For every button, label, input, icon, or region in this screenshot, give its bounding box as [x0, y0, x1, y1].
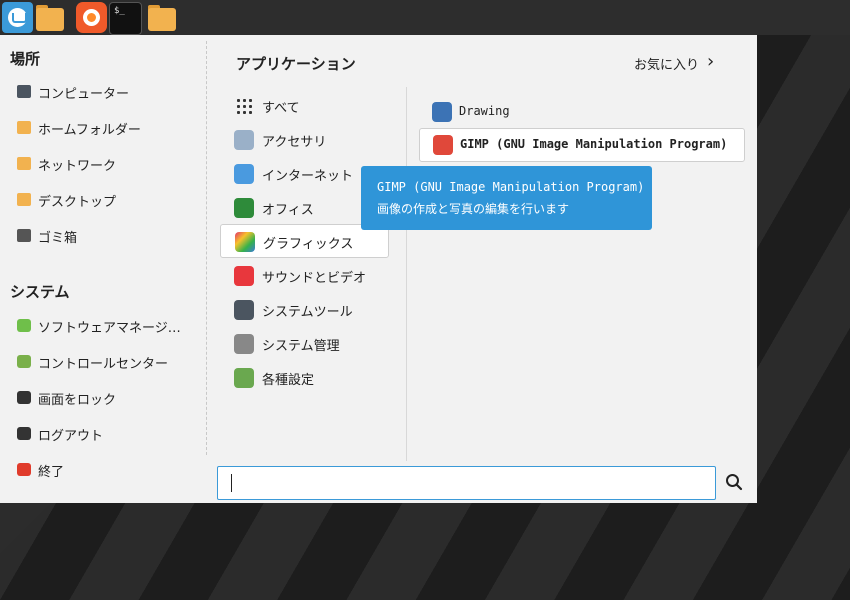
admin-toggle-icon [234, 334, 254, 354]
tooltip-title: GIMP (GNU Image Manipulation Program) [377, 180, 645, 194]
favorites-link[interactable]: お気に入り [634, 54, 699, 73]
search-field[interactable] [217, 466, 722, 500]
category-label: システム管理 [262, 339, 340, 354]
system-item-logout[interactable]: ログアウト [0, 416, 206, 452]
play-icon [234, 266, 254, 286]
category-label: サウンドとビデオ [262, 271, 367, 286]
category-label: インターネット [262, 169, 354, 184]
terminal-icon: $_ [114, 6, 125, 16]
app-tooltip: GIMP (GNU Image Manipulation Program) 画像… [361, 166, 652, 230]
place-item-label: デスクトップ [38, 195, 117, 210]
computer-icon [17, 85, 31, 98]
category-label: オフィス [262, 203, 314, 218]
category-system-tools[interactable]: システムツール [220, 293, 387, 325]
folder-launcher-button[interactable] [145, 2, 176, 33]
office-icon [234, 198, 254, 218]
system-item-lock-screen[interactable]: 画面をロック [0, 380, 206, 416]
applications-area: アプリケーション お気に入り › すべて アクセサリ インターネット オフィス … [207, 35, 757, 503]
category-all[interactable]: すべて [220, 89, 387, 121]
category-label: アクセサリ [262, 135, 327, 150]
system-item-label: コントロールセンター [38, 357, 169, 372]
gimp-icon [433, 135, 453, 155]
search-input[interactable] [218, 467, 722, 497]
settings-toggle-icon [234, 368, 254, 388]
place-item-computer[interactable]: コンピューター [0, 74, 206, 110]
files-launcher-button[interactable] [33, 2, 64, 33]
system-item-label: 終了 [38, 465, 65, 480]
category-label: 各種設定 [262, 373, 315, 388]
system-item-label: ログアウト [38, 429, 104, 444]
tooltip-description: 画像の作成と写真の編集を行います [377, 202, 570, 216]
desktop-folder-icon [17, 193, 31, 206]
menu-launcher-button[interactable] [2, 2, 33, 33]
control-center-icon [17, 355, 31, 368]
category-label: システムツール [262, 305, 353, 320]
app-item-gimp[interactable]: GIMP (GNU Image Manipulation Program) [419, 128, 745, 162]
category-sound-video[interactable]: サウンドとビデオ [220, 259, 387, 291]
place-item-label: コンピューター [38, 87, 130, 102]
power-icon [17, 463, 31, 476]
logout-icon [17, 427, 31, 440]
text-caret [231, 474, 232, 492]
category-label: すべて [262, 101, 300, 116]
applications-title: アプリケーション [236, 55, 356, 73]
terminal-launcher-button[interactable]: $_ [109, 2, 142, 35]
place-item-label: ゴミ箱 [38, 231, 78, 246]
network-folder-icon [17, 157, 31, 170]
home-folder-icon [17, 121, 31, 134]
app-item-label: GIMP (GNU Image Manipulation Program) [460, 137, 728, 151]
system-item-software-manager[interactable]: ソフトウェアマネージ… [0, 308, 206, 344]
scissors-icon [234, 130, 254, 150]
category-preferences[interactable]: 各種設定 [220, 361, 387, 393]
place-item-label: ネットワーク [38, 159, 117, 174]
place-item-desktop[interactable]: デスクトップ [0, 182, 206, 218]
places-title: 場所 [10, 50, 41, 68]
software-manager-icon [17, 319, 31, 332]
place-item-home[interactable]: ホームフォルダー [0, 110, 206, 146]
mint-logo-icon [8, 8, 27, 27]
cloud-icon [234, 164, 254, 184]
lock-icon [17, 391, 31, 404]
app-item-label: Drawing [459, 104, 510, 118]
place-item-label: ホームフォルダー [38, 123, 141, 138]
firefox-icon [83, 9, 100, 26]
gear-icon [234, 300, 254, 320]
apps-divider [406, 87, 407, 461]
trash-icon [17, 229, 31, 242]
category-accessories[interactable]: アクセサリ [220, 123, 387, 155]
chevron-right-icon[interactable]: › [707, 51, 714, 72]
category-administration[interactable]: システム管理 [220, 327, 387, 359]
places-system-column: 場所 コンピューター ホームフォルダー ネットワーク デスクトップ ゴミ箱 シス… [0, 35, 206, 503]
system-item-label: ソフトウェアマネージ… [38, 321, 181, 336]
system-item-control-center[interactable]: コントロールセンター [0, 344, 206, 380]
place-item-network[interactable]: ネットワーク [0, 146, 206, 182]
application-menu: 場所 コンピューター ホームフォルダー ネットワーク デスクトップ ゴミ箱 シス… [0, 35, 757, 503]
system-item-shutdown[interactable]: 終了 [0, 452, 206, 488]
system-title: システム [10, 283, 70, 301]
graphics-icon [235, 232, 255, 252]
app-item-drawing[interactable]: Drawing [419, 96, 743, 128]
search-icon[interactable] [725, 473, 743, 491]
drawing-icon [432, 102, 452, 122]
top-panel: $_ [0, 0, 850, 35]
grid-icon [234, 96, 254, 116]
system-item-label: 画面をロック [38, 393, 117, 408]
firefox-launcher-button[interactable] [76, 2, 107, 33]
place-item-trash[interactable]: ゴミ箱 [0, 218, 206, 254]
category-label: グラフィックス [263, 237, 354, 252]
